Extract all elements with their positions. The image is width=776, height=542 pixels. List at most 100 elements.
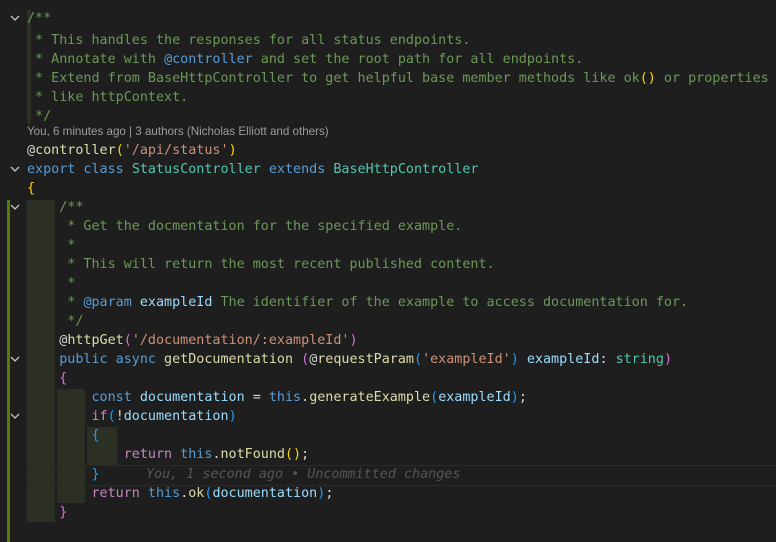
code-token: exampleId: [131, 295, 213, 310]
code-token: async: [107, 352, 156, 367]
comment-text: * Get the docmentation for the specified…: [27, 219, 463, 234]
comment-text: * Annotate with @controller and set the …: [27, 50, 583, 69]
code-line[interactable]: } You, 1 second ago • Uncommitted change…: [0, 465, 776, 484]
code-token: notFound: [220, 447, 286, 462]
code-line[interactable]: @httpGet('/documentation/:exampleId'): [0, 331, 776, 350]
code-line[interactable]: * @param exampleId The identifier of the…: [0, 293, 776, 312]
code-line[interactable]: return this.ok(documentation);: [0, 484, 776, 503]
code-token: return: [27, 486, 140, 501]
inline-blame-ghost-text: You, 1 second ago • Uncommitted changes: [146, 467, 461, 482]
statement: if(!documentation): [27, 407, 236, 426]
code-line[interactable]: return this.notFound();: [0, 445, 776, 464]
code-token: *: [27, 295, 84, 310]
code-line[interactable]: *: [0, 236, 776, 255]
code-token: string: [615, 352, 664, 367]
comment-text: */: [27, 314, 84, 329]
code-line[interactable]: * This will return the most recent publi…: [0, 255, 776, 274]
code-token: * Annotate with: [27, 52, 165, 67]
code-line[interactable]: {: [0, 179, 776, 198]
code-token: (: [123, 333, 132, 348]
code-token: 'exampleId': [422, 352, 511, 367]
code-token: controller: [35, 143, 116, 158]
code-line[interactable]: if(!documentation): [0, 407, 776, 426]
comment-text: * like httpContext.: [27, 90, 189, 105]
code-token: return: [27, 447, 173, 462]
code-line[interactable]: * Get the docmentation for the specified…: [0, 217, 776, 236]
code-token: @: [27, 143, 36, 158]
code-line[interactable]: const documentation = this.generateExamp…: [0, 388, 776, 407]
code-token: !: [115, 409, 124, 424]
code-line[interactable]: /**: [0, 9, 776, 28]
code-token: @param: [83, 295, 132, 310]
statement: return this.ok(documentation);: [27, 484, 333, 503]
code-line[interactable]: */: [0, 107, 776, 126]
code-token: extends: [260, 162, 334, 177]
code-token: ;: [301, 447, 310, 462]
comment-text: *: [27, 276, 76, 291]
code-token: requestParam: [317, 352, 414, 367]
chevron-down-icon[interactable]: [8, 9, 22, 28]
code-line[interactable]: *: [0, 274, 776, 293]
code-token: =: [244, 390, 269, 405]
code-token: (): [285, 447, 302, 462]
decorator-line: @httpGet('/documentation/:exampleId'): [27, 331, 357, 350]
comment-text: /**: [27, 200, 84, 215]
chevron-down-icon[interactable]: [8, 198, 22, 217]
chevron-down-icon[interactable]: [8, 160, 22, 179]
code-line[interactable]: * This handles the responses for all sta…: [0, 31, 776, 50]
code-line[interactable]: * Annotate with @controller and set the …: [0, 50, 776, 69]
chevron-down-icon[interactable]: [8, 350, 22, 369]
code-line[interactable]: /**: [0, 198, 776, 217]
code-token: this: [139, 486, 181, 501]
comment-fragment: * Annotate with @controller and set the …: [27, 52, 583, 67]
comment-text: /**: [27, 11, 52, 26]
code-token: @: [27, 333, 68, 348]
code-token: this: [172, 447, 213, 462]
code-token: or properties: [655, 71, 769, 86]
comment-fragment: * Extend from BaseHttpController to get …: [27, 71, 769, 86]
comment-text: * @param exampleId The identifier of the…: [27, 293, 688, 312]
codelens-blame-annotation[interactable]: You, 6 minutes ago | 3 authors (Nicholas…: [27, 125, 329, 138]
comment-text: *: [27, 238, 76, 253]
code-token: ): [510, 390, 519, 405]
code-token: '/documentation/:exampleId': [131, 333, 350, 348]
code-token: (: [414, 352, 423, 367]
code-line[interactable]: * Extend from BaseHttpController to get …: [0, 69, 776, 88]
code-token: The identifier of the example to access …: [212, 295, 689, 310]
code-token: documentation: [212, 486, 318, 501]
code-token: httpGet: [67, 333, 124, 348]
code-line[interactable]: public async getDocumentation (@requestP…: [0, 350, 776, 369]
code-token: ): [510, 352, 519, 367]
code-token: (: [293, 352, 310, 367]
code-token: BaseHttpController: [333, 162, 479, 177]
class-declaration: export class StatusController extends Ba…: [27, 160, 479, 179]
code-token: .: [301, 390, 310, 405]
code-token: * Extend from BaseHttpController to get …: [27, 71, 640, 86]
code-line[interactable]: {: [0, 426, 776, 445]
code-token: ok: [188, 486, 205, 501]
statement: return this.notFound();: [27, 445, 309, 464]
code-line[interactable]: export class StatusController extends Ba…: [0, 160, 776, 179]
code-token: (: [115, 143, 124, 158]
code-token: documentation: [123, 409, 229, 424]
brace: }: [27, 467, 100, 482]
statement: const documentation = this.generateExamp…: [27, 388, 526, 407]
code-token: getDocumentation: [156, 352, 294, 367]
decorator-line: @controller('/api/status'): [27, 141, 237, 160]
code-line[interactable]: }: [0, 503, 776, 522]
code-token: const: [27, 390, 132, 405]
code-line[interactable]: */: [0, 312, 776, 331]
code-token: .: [212, 447, 221, 462]
code-token: class: [75, 162, 132, 177]
code-token: generateExample: [309, 390, 431, 405]
code-line[interactable]: * like httpContext.: [0, 88, 776, 107]
code-token: ): [663, 352, 672, 367]
comment-text: * This will return the most recent publi…: [27, 257, 495, 272]
brace: {: [27, 371, 68, 386]
code-token: (: [107, 409, 116, 424]
code-line[interactable]: {: [0, 369, 776, 388]
code-token: (): [639, 71, 656, 86]
code-editor[interactable]: /** * This handles the responses for all…: [0, 0, 776, 542]
chevron-down-icon[interactable]: [8, 407, 22, 426]
code-line[interactable]: @controller('/api/status'): [0, 141, 776, 160]
